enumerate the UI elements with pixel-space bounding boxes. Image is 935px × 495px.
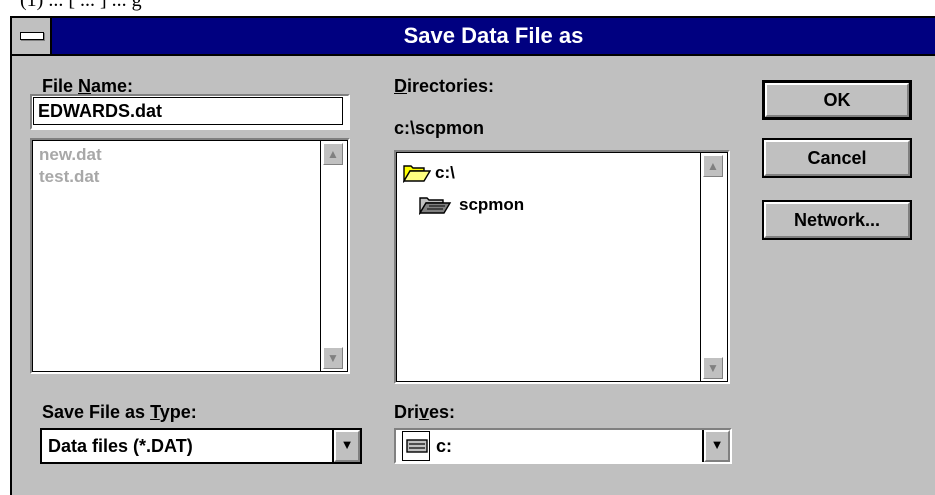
save-type-label: Save File as Type:	[42, 402, 197, 423]
current-directory-path: c:\scpmon	[394, 118, 485, 138]
save-type-dropdown-button[interactable]: ▼	[332, 430, 360, 462]
file-list-item[interactable]: test.dat	[39, 167, 99, 187]
save-type-label-pre: Save File as	[42, 402, 151, 422]
system-menu-button[interactable]	[12, 18, 52, 54]
directories-label-key: D	[394, 76, 407, 96]
ok-button-label: OK	[765, 83, 909, 117]
cancel-button[interactable]: Cancel	[762, 138, 912, 178]
drives-label-post: es:	[429, 402, 456, 422]
file-name-field-frame	[30, 94, 350, 130]
drives-label-key: v	[419, 402, 430, 422]
directory-item-label: c:\	[435, 163, 455, 182]
network-button-label: Network...	[764, 202, 910, 238]
save-type-selected: Data files (*.DAT)	[48, 436, 193, 456]
directory-list[interactable]: c:\ scpmon ▲ ▼	[394, 150, 730, 384]
drives-dropdown-button[interactable]: ▼	[702, 430, 730, 462]
window-title: Save Data File as	[403, 23, 584, 48]
drives-label: Drives:	[394, 402, 455, 423]
dropdown-arrow-icon: ▼	[334, 430, 360, 462]
scroll-down-arrow-icon[interactable]: ▼	[703, 357, 723, 379]
file-list-inner: new.dat test.dat ▲ ▼	[32, 140, 348, 372]
directories-label: Directories:	[394, 76, 494, 97]
directory-list-inner: c:\ scpmon ▲ ▼	[396, 152, 728, 382]
ok-button[interactable]: OK	[762, 80, 912, 120]
page-fragment: (1) ... [ ... ] ... g	[20, 0, 142, 11]
drives-select[interactable]: c: ▼	[394, 428, 732, 464]
directories-label-post: irectories:	[407, 76, 495, 96]
file-list[interactable]: new.dat test.dat ▲ ▼	[30, 138, 350, 374]
system-menu-icon	[20, 32, 44, 40]
open-folder-icon	[403, 165, 431, 183]
network-button[interactable]: Network...	[762, 200, 912, 240]
title-bar: Save Data File as	[12, 18, 935, 56]
file-list-scrollbar[interactable]: ▲ ▼	[320, 141, 347, 371]
file-name-label-post: ame:	[91, 76, 134, 96]
save-type-select[interactable]: Data files (*.DAT) ▼	[40, 428, 362, 464]
page-fragment-text: (1) ... [ ... ] ... g	[0, 0, 935, 16]
file-name-label-key: N	[78, 76, 92, 96]
file-name-input[interactable]	[33, 97, 343, 125]
dropdown-arrow-icon: ▼	[704, 430, 730, 462]
drives-label-pre: Dri	[394, 402, 420, 422]
scroll-down-arrow-icon[interactable]: ▼	[323, 347, 343, 369]
scroll-up-arrow-icon[interactable]: ▲	[323, 143, 343, 165]
directory-item-label: scpmon	[459, 195, 525, 214]
save-data-file-dialog: Save Data File as File Name: new.dat tes…	[10, 16, 935, 495]
directory-list-scrollbar[interactable]: ▲ ▼	[700, 153, 727, 381]
save-type-label-key: T	[150, 402, 160, 422]
file-list-item[interactable]: new.dat	[39, 145, 102, 165]
drives-selected: c:	[436, 436, 453, 456]
open-folder-icon	[419, 197, 452, 215]
cancel-button-label: Cancel	[764, 140, 910, 176]
file-name-label-pre: File	[42, 76, 79, 96]
save-type-label-post: ype:	[159, 402, 197, 422]
directory-item-root[interactable]: c:\	[403, 163, 455, 183]
hard-drive-icon	[406, 439, 428, 453]
directory-item-scpmon[interactable]: scpmon	[419, 195, 524, 215]
scroll-up-arrow-icon[interactable]: ▲	[703, 155, 723, 177]
